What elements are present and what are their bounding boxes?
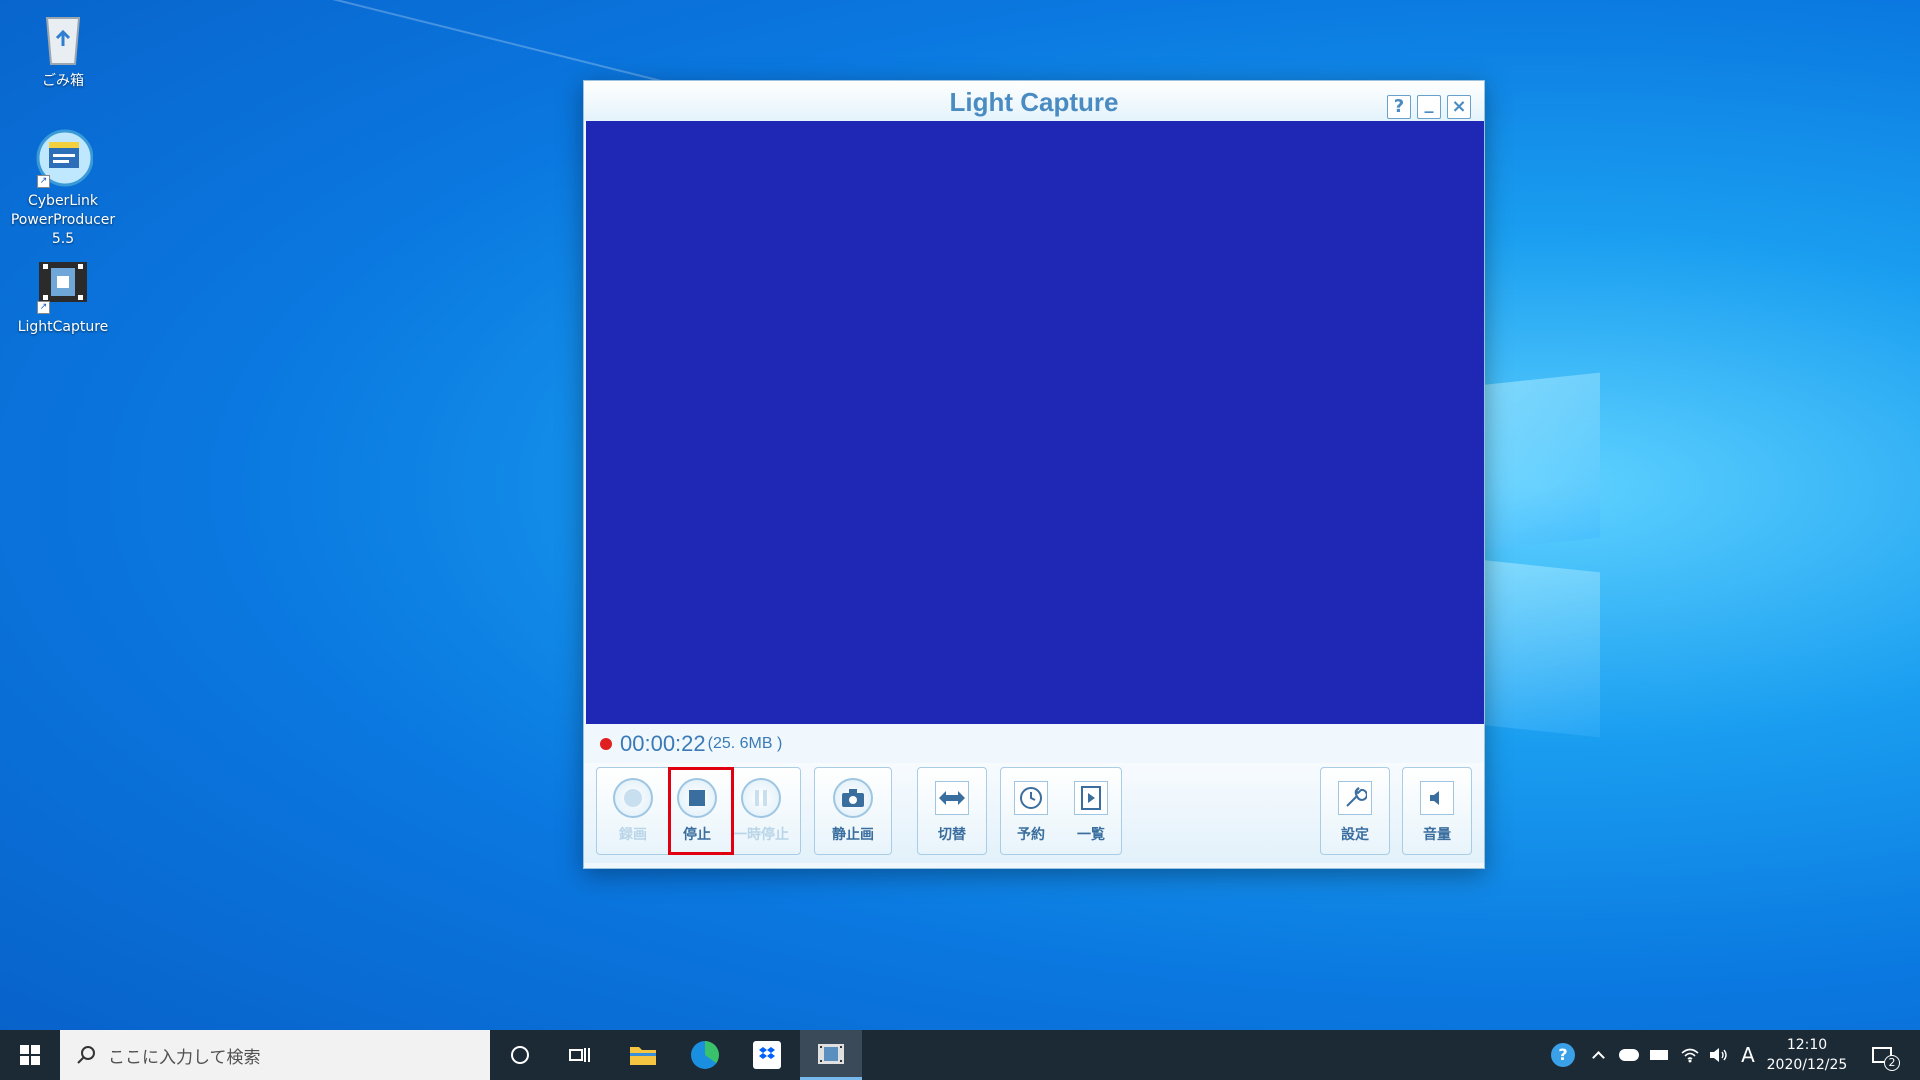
volume-button[interactable]: 音量 [1405,768,1469,854]
desktop-icon-label-line2: PowerProducer 5.5 [10,212,116,247]
window-titlebar[interactable]: Light Capture ? _ × [584,81,1484,121]
desktop: ごみ箱 ↗ CyberLink PowerProducer 5.5 ↗ Ligh… [0,0,1920,1030]
settings-button[interactable]: 設定 [1323,768,1387,854]
snapshot-label: 静止画 [832,827,874,843]
record-button[interactable]: 録画 [601,768,665,854]
windows-logo-wallpaper [1460,372,1780,740]
help-tray-button[interactable]: ? [1548,1030,1578,1080]
settings-group: 設定 [1320,767,1390,855]
desktop-icon-label-line1: CyberLink [28,193,98,209]
lightcapture-taskbar-button[interactable] [800,1030,862,1080]
pause-icon [741,778,781,818]
dropbox-button[interactable] [742,1030,792,1080]
dropbox-icon [753,1041,781,1069]
recording-file-size: (25. 6MB ) [707,735,783,752]
desktop-icon-label: LightCapture [17,319,109,335]
recording-status: 00:00:22 (25. 6MB ) [600,729,782,759]
settings-label: 設定 [1341,827,1369,843]
task-view-icon [569,1048,590,1062]
minimize-button[interactable]: _ [1417,95,1441,119]
wifi-icon [1681,1048,1699,1063]
switch-arrows-icon [935,781,969,815]
taskbar: ここに入力して検索 ? A 12:10 2020/12/25 2 [0,1030,1920,1080]
close-button[interactable]: × [1447,95,1471,119]
record-icon [613,778,653,818]
action-center-button[interactable]: 2 [1860,1030,1904,1080]
network-tray-button[interactable] [1676,1030,1704,1080]
volume-tray-button[interactable] [1705,1030,1733,1080]
battery-tray-button[interactable] [1645,1030,1673,1080]
folder-icon [630,1047,656,1065]
show-hidden-icons-button[interactable] [1586,1030,1610,1080]
desktop-icon-cyberlink-powerproducer[interactable]: ↗ CyberLink PowerProducer 5.5 [8,128,118,249]
desktop-icon-label: ごみ箱 [42,73,84,89]
clock-time: 12:10 [1786,1037,1828,1053]
list-button[interactable]: 一覧 [1061,768,1121,854]
speaker-icon [1710,1048,1727,1062]
edge-button[interactable] [680,1030,730,1080]
schedule-label: 予約 [1017,827,1045,843]
record-label: 録画 [619,827,647,843]
video-preview [586,121,1484,724]
play-list-icon [1074,781,1108,815]
start-button[interactable] [0,1030,60,1080]
switch-button[interactable]: 切替 [920,768,984,854]
desktop-icon-recycle-bin[interactable]: ごみ箱 [8,8,118,91]
volume-label: 音量 [1423,827,1451,843]
cortana-circle-icon [511,1046,529,1064]
camera-icon [833,778,873,818]
search-icon [77,1046,95,1064]
schedule-button[interactable]: 予約 [1001,768,1061,854]
wrench-icon [1338,781,1372,815]
recycle-bin-icon [33,8,93,68]
volume-group: 音量 [1402,767,1472,855]
cyberlink-powerproducer-icon: ↗ [33,128,94,188]
help-button[interactable]: ? [1387,95,1411,119]
cloud-icon [1619,1049,1639,1061]
cortana-button[interactable] [495,1030,545,1080]
desktop-icon-lightcapture[interactable]: ↗ LightCapture [8,254,118,337]
film-strip-icon: ↗ [33,254,93,314]
window-title: Light Capture [949,87,1119,117]
snapshot-button[interactable]: 静止画 [821,768,885,854]
clock[interactable]: 12:10 2020/12/25 [1762,1030,1852,1080]
notification-icon: 2 [1872,1047,1900,1071]
recording-indicator-icon [600,738,612,750]
switch-group: 切替 [917,767,987,855]
windows-start-icon [20,1045,40,1065]
question-mark-icon: ? [1551,1043,1575,1067]
task-view-button[interactable] [555,1030,605,1080]
switch-label: 切替 [938,827,966,843]
control-panel: 録画 停止 一時停止 静止画 切替 予約 一覧 設定 音量 [584,763,1484,863]
chevron-up-icon [1591,1051,1605,1064]
pause-label: 一時停止 [733,827,789,843]
clock-icon [1014,781,1048,815]
recording-time: 00:00:22 [620,731,706,756]
clock-date: 2020/12/25 [1766,1057,1848,1073]
pause-button[interactable]: 一時停止 [729,768,793,854]
stop-button-highlight [668,767,734,855]
edge-browser-icon [691,1041,719,1069]
list-label: 一覧 [1077,827,1105,843]
light-capture-window: Light Capture ? _ × 00:00:22 (25. 6MB ) … [583,80,1485,869]
taskbar-search-box[interactable]: ここに入力して検索 [60,1030,490,1080]
file-explorer-button[interactable] [618,1030,668,1080]
battery-icon [1650,1050,1668,1060]
ime-indicator[interactable]: A [1736,1030,1760,1080]
speaker-icon [1420,781,1454,815]
search-placeholder: ここに入力して検索 [108,1047,261,1068]
notification-badge: 2 [1884,1055,1900,1071]
onedrive-tray-button[interactable] [1615,1030,1643,1080]
film-strip-icon [818,1043,844,1064]
snapshot-group: 静止画 [814,767,892,855]
schedule-list-group: 予約 一覧 [1000,767,1122,855]
